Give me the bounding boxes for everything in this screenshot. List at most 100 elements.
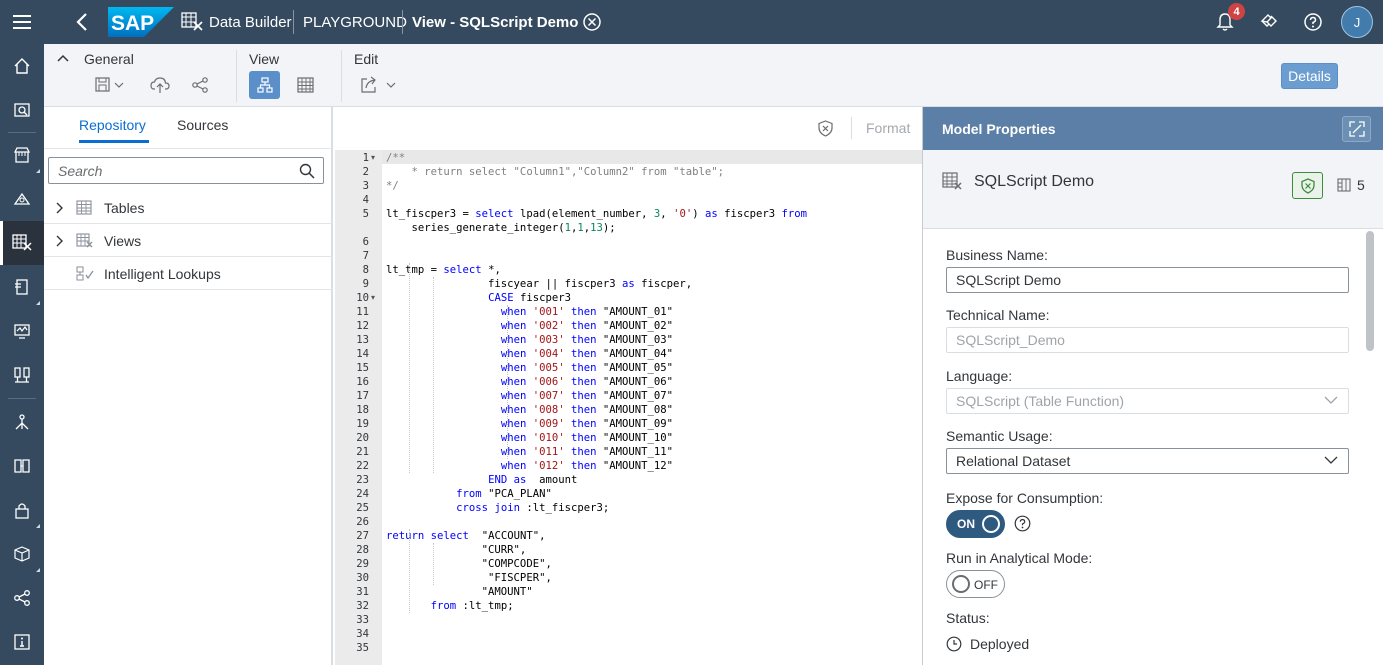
- column-count-value: 5: [1357, 177, 1365, 193]
- code-line[interactable]: when '006' then "AMOUNT_06": [386, 375, 673, 389]
- tree-item-tables[interactable]: Tables: [44, 191, 332, 224]
- home-icon[interactable]: [0, 44, 44, 88]
- data-access-icon[interactable]: [0, 265, 44, 309]
- status-value: Deployed: [970, 636, 1030, 652]
- feedback-icon[interactable]: [1258, 11, 1280, 33]
- tree-item-label: Intelligent Lookups: [104, 266, 221, 282]
- code-line[interactable]: cross join :lt_fiscper3;: [386, 501, 609, 515]
- collapse-icon[interactable]: [57, 54, 69, 62]
- code-line[interactable]: * return select "Column1","Column2" from…: [386, 165, 725, 179]
- tree-item-views[interactable]: Views: [44, 224, 332, 257]
- code-line[interactable]: lt_tmp = select *,: [386, 263, 501, 277]
- line-number: 3: [362, 180, 369, 192]
- tree-item-intelligent-lookups[interactable]: Intelligent Lookups: [44, 257, 332, 290]
- code-line[interactable]: "FISCPER",: [386, 571, 552, 585]
- code-line[interactable]: when '007' then "AMOUNT_07": [386, 389, 673, 403]
- share-button[interactable]: [185, 71, 215, 99]
- diagram-view-button[interactable]: [249, 71, 280, 99]
- format-button[interactable]: Format: [866, 120, 910, 136]
- divider: [402, 10, 403, 34]
- code-line[interactable]: when '010' then "AMOUNT_10": [386, 431, 673, 445]
- connections-icon[interactable]: [0, 353, 44, 397]
- avatar[interactable]: J: [1341, 6, 1373, 38]
- line-number: 14: [356, 348, 369, 360]
- line-number: 16: [356, 376, 369, 388]
- code-line[interactable]: /**: [386, 151, 405, 165]
- security-icon[interactable]: [0, 488, 44, 532]
- technical-name-label: Technical Name:: [946, 307, 1050, 323]
- edit-group-label: Edit: [354, 51, 379, 67]
- business-builder-icon[interactable]: [0, 177, 44, 221]
- code-line[interactable]: fiscyear || fiscper3 as fiscper,: [386, 277, 692, 291]
- scrollbar[interactable]: [1366, 231, 1374, 351]
- code-line[interactable]: when '012' then "AMOUNT_12": [386, 459, 673, 473]
- line-number: 15: [356, 362, 369, 374]
- code-line[interactable]: "AMOUNT": [386, 585, 533, 599]
- tab-repository[interactable]: Repository: [79, 117, 146, 133]
- code-line[interactable]: when '004' then "AMOUNT_04": [386, 347, 673, 361]
- code-line[interactable]: "COMPCODE",: [386, 557, 552, 571]
- line-number: 11: [356, 306, 369, 318]
- line-number: 7: [362, 250, 369, 262]
- expose-toggle[interactable]: ON: [946, 510, 1005, 538]
- search-input[interactable]: [49, 162, 289, 179]
- details-button[interactable]: Details: [1281, 63, 1338, 89]
- line-number: 27: [356, 530, 369, 542]
- validate-icon[interactable]: [818, 120, 833, 137]
- code-line[interactable]: from :lt_tmp;: [386, 599, 514, 613]
- monitor-icon[interactable]: [0, 309, 44, 353]
- sap-logo[interactable]: SAP: [108, 7, 174, 37]
- search-icon[interactable]: [299, 163, 315, 179]
- semantic-usage-select[interactable]: Relational Dataset: [946, 448, 1349, 474]
- code-line[interactable]: when '005' then "AMOUNT_05": [386, 361, 673, 375]
- deploy-button[interactable]: [145, 71, 175, 99]
- marketplace-icon[interactable]: [0, 133, 44, 177]
- back-icon[interactable]: [70, 10, 94, 34]
- code-line[interactable]: when '011' then "AMOUNT_11": [386, 445, 673, 459]
- chevron-down-icon[interactable]: [1324, 456, 1338, 465]
- close-icon[interactable]: [582, 12, 602, 32]
- transport-icon[interactable]: [0, 532, 44, 576]
- business-name-field[interactable]: SQLScript Demo: [946, 267, 1349, 293]
- data-integration-icon[interactable]: [0, 576, 44, 620]
- export-button[interactable]: [356, 71, 402, 99]
- tab-sources[interactable]: Sources: [177, 117, 228, 133]
- properties-title: Model Properties: [942, 121, 1056, 137]
- space-management-icon[interactable]: [0, 400, 44, 444]
- code-line[interactable]: when '009' then "AMOUNT_09": [386, 417, 673, 431]
- code-line[interactable]: when '003' then "AMOUNT_03": [386, 333, 673, 347]
- catalog-icon[interactable]: [0, 444, 44, 488]
- code-line[interactable]: when '008' then "AMOUNT_08": [386, 403, 673, 417]
- fold-arrow-icon[interactable]: ▾: [371, 151, 375, 165]
- save-button[interactable]: [89, 71, 131, 99]
- code-line[interactable]: "CURR",: [386, 543, 527, 557]
- code-line[interactable]: */: [386, 179, 399, 193]
- code-line[interactable]: series_generate_integer(1,1,13);: [386, 221, 616, 235]
- discovery-icon[interactable]: [0, 88, 44, 132]
- indent-guide: [433, 543, 434, 585]
- help-icon[interactable]: [1302, 11, 1324, 33]
- menu-icon[interactable]: [0, 0, 44, 44]
- help-icon[interactable]: [1014, 515, 1031, 532]
- code-line[interactable]: END as amount: [386, 473, 577, 487]
- data-builder-nav-icon[interactable]: [0, 221, 44, 265]
- info-icon[interactable]: [0, 620, 44, 664]
- code-line[interactable]: lt_fiscper3 = select lpad(element_number…: [386, 207, 807, 221]
- editor-toolbar: Format: [335, 107, 922, 149]
- code-line[interactable]: when '001' then "AMOUNT_01": [386, 305, 673, 319]
- object-name: SQLScript Demo: [974, 173, 1095, 190]
- line-number: 6: [362, 236, 369, 248]
- analytical-mode-toggle[interactable]: OFF: [946, 570, 1005, 598]
- language-value: SQLScript (Table Function): [956, 393, 1125, 409]
- chevron-right-icon[interactable]: [56, 235, 64, 247]
- chevron-right-icon[interactable]: [56, 202, 64, 214]
- code-line[interactable]: CASE fiscper3: [386, 291, 571, 305]
- code-line[interactable]: from "PCA_PLAN": [386, 487, 552, 501]
- line-number: 34: [356, 628, 369, 640]
- general-group-label: General: [84, 51, 134, 67]
- code-line[interactable]: when '002' then "AMOUNT_02": [386, 319, 673, 333]
- data-preview-button[interactable]: [290, 71, 320, 99]
- fold-arrow-icon[interactable]: ▾: [371, 291, 375, 305]
- expand-icon[interactable]: [1342, 116, 1371, 142]
- validation-button[interactable]: [1292, 172, 1323, 199]
